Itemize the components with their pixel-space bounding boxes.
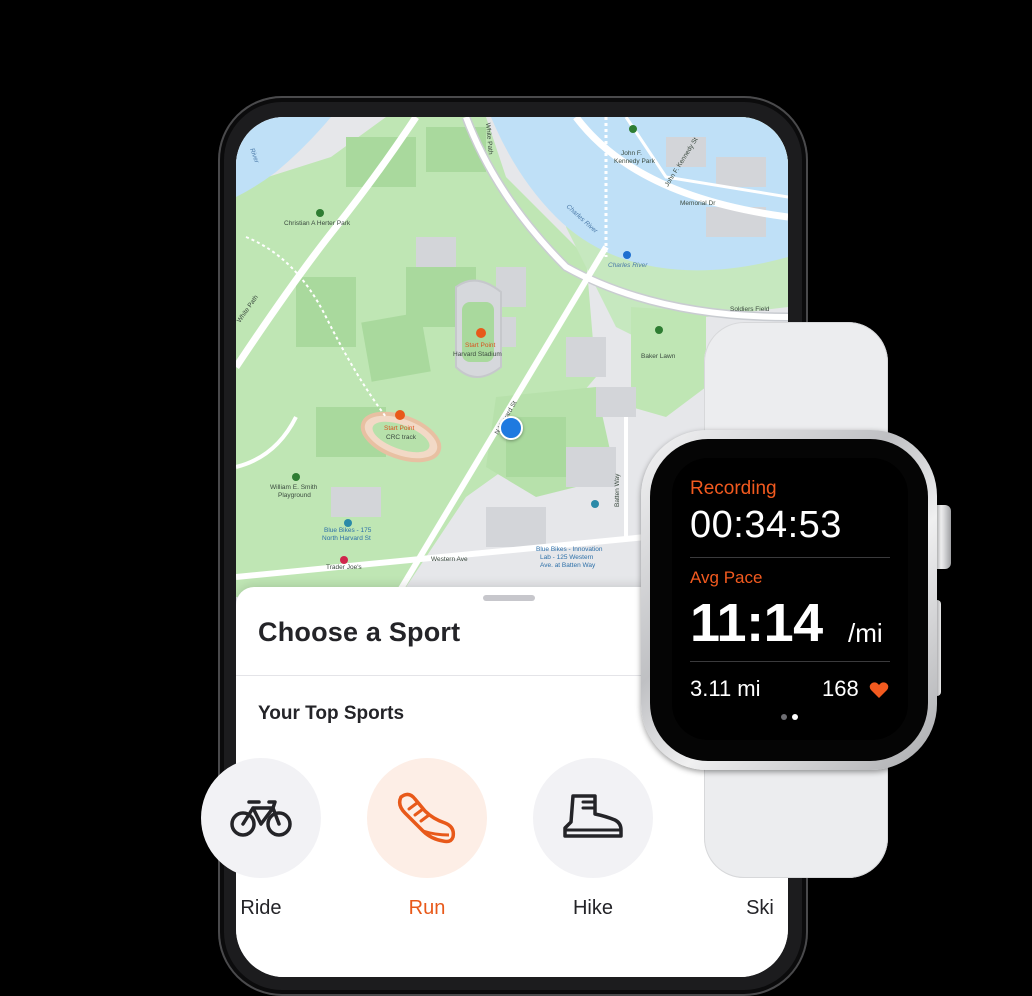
map-label-bluebikes1-2: North Harvard St	[322, 535, 371, 542]
elapsed-time: 00:34:53	[690, 504, 842, 546]
page-indicator	[779, 714, 801, 722]
heart-icon	[869, 682, 889, 698]
map-label-harvard-stadium: Harvard Stadium	[453, 351, 502, 358]
map-label-herter-park: Christian A Herter Park	[284, 220, 351, 227]
bike-icon	[230, 800, 292, 837]
map-label-baker-lawn: Baker Lawn	[641, 353, 676, 360]
avg-pace-label: Avg Pace	[690, 568, 763, 587]
sport-label-ride: Ride	[240, 897, 282, 919]
hiking-boot-icon	[563, 794, 623, 838]
map-label-charles-river-station: Charles River	[608, 262, 648, 269]
heart-rate-value: 168	[822, 676, 859, 701]
watch-divider-2	[690, 661, 890, 662]
sheet-grabber[interactable]	[483, 595, 535, 601]
sport-option-ride[interactable]	[201, 758, 321, 878]
watch-screen: Recording 00:34:53 Avg Pace 11:14 /mi 3.…	[672, 458, 908, 740]
map-label-bluebikes2-3: Ave. at Batten Way	[540, 562, 596, 569]
sport-label-run: Run	[408, 897, 446, 919]
map-label-bluebikes1-1: Blue Bikes - 175	[324, 527, 372, 534]
map-label-bluebikes2-2: Lab - 125 Western	[540, 554, 594, 561]
watch-divider-1	[690, 557, 890, 558]
map-label-kennedy-park-2: Kennedy Park	[614, 158, 656, 165]
avg-pace-value: 11:14	[690, 593, 823, 653]
sheet-title: Choose a Sport	[258, 617, 461, 647]
sport-option-run[interactable]	[367, 758, 487, 878]
running-shoe-icon	[397, 792, 456, 844]
sport-option-hike[interactable]	[533, 758, 653, 878]
map-label-stadium-start: Start Point	[465, 342, 496, 349]
page-dot-2	[792, 714, 798, 720]
sport-label-ski[interactable]: Ski	[700, 897, 820, 920]
top-sports-heading: Your Top Sports	[258, 703, 405, 724]
map-label-trader-joes: Trader Joe's	[326, 564, 362, 571]
map-label-western-ave: Western Ave	[431, 556, 468, 563]
map-label-memorial-dr: Memorial Dr	[680, 200, 716, 207]
recording-label: Recording	[690, 478, 777, 499]
map-label-playground-1: William E. Smith	[270, 484, 318, 491]
current-location-dot	[499, 416, 523, 440]
sport-label-hike: Hike	[572, 897, 613, 919]
distance-value: 3.11 mi	[690, 676, 761, 701]
page-dot-1	[781, 714, 787, 720]
map-label-crc-track: CRC track	[386, 434, 417, 441]
pace-unit: /mi	[848, 618, 883, 648]
map-label-playground-2: Playground	[278, 492, 311, 499]
map-label-batten-way: Batten Way	[614, 473, 621, 507]
map-label-crc-start: Start Point	[384, 425, 415, 432]
map-label-soldiers-field: Soldiers Field	[730, 306, 770, 313]
map-label-bluebikes2-1: Blue Bikes - Innovation	[536, 546, 603, 553]
map-label-kennedy-park-1: John F.	[621, 150, 642, 157]
